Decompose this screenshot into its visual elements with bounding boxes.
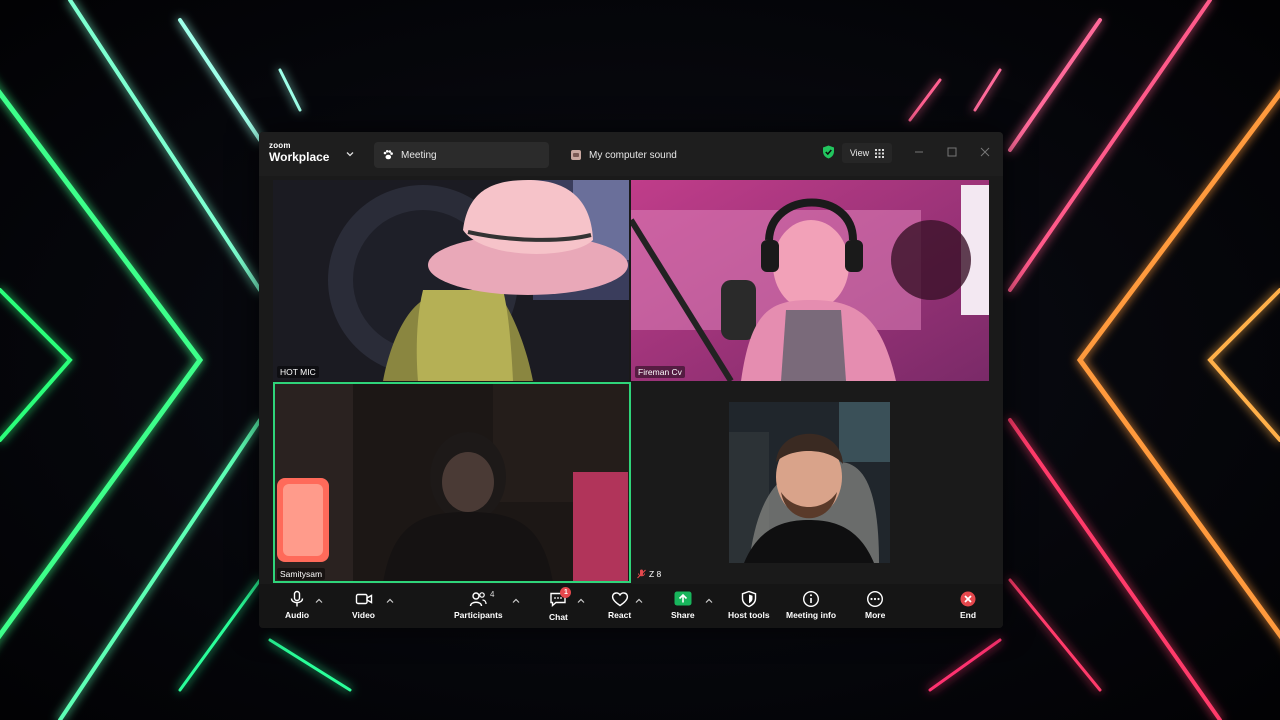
more-button[interactable]: More — [865, 590, 885, 620]
share-caret-icon[interactable] — [705, 598, 713, 604]
host-tools-button[interactable]: Host tools — [728, 590, 770, 620]
chat-label: Chat — [549, 612, 568, 622]
speaker-icon — [571, 150, 581, 160]
meeting-toolbar: Audio Video Participants 4 1 Chat React … — [259, 584, 1003, 628]
end-button[interactable]: End — [959, 590, 977, 620]
participants-button[interactable]: Participants — [454, 590, 503, 620]
video-camera-icon — [355, 593, 372, 605]
tab-meeting[interactable]: Meeting — [374, 142, 549, 168]
brand-workplace-text: Workplace — [269, 150, 330, 164]
view-label: View — [849, 148, 870, 158]
host-shield-icon — [741, 590, 756, 608]
video-caret-icon[interactable] — [386, 598, 394, 604]
minimize-icon[interactable] — [913, 146, 925, 158]
close-icon[interactable] — [979, 146, 991, 158]
tab-meeting-label: Meeting — [401, 149, 437, 161]
share-button[interactable]: Share — [671, 590, 695, 620]
more-label: More — [865, 610, 886, 620]
zoom-window: zoom Workplace Meeting My computer sound — [259, 132, 1003, 628]
zoom-workplace-logo[interactable]: zoom Workplace — [269, 141, 330, 164]
chat-caret-icon[interactable] — [577, 598, 585, 604]
audio-caret-icon[interactable] — [315, 598, 323, 604]
heart-icon — [611, 592, 628, 607]
end-label: End — [959, 610, 977, 620]
info-icon — [803, 590, 820, 608]
host-tools-label: Host tools — [728, 610, 770, 620]
react-button[interactable]: React — [608, 590, 631, 620]
shield-check-icon[interactable] — [822, 145, 835, 159]
share-screen-icon — [674, 591, 692, 606]
react-label: React — [608, 610, 632, 620]
participants-label: Participants — [454, 610, 503, 620]
participant-label-z8: Z 8 — [637, 569, 661, 579]
more-dots-icon — [867, 590, 884, 608]
video-tile-samitysam[interactable]: Samitysam — [273, 382, 631, 583]
meeting-info-button[interactable]: Meeting info — [786, 590, 836, 620]
brand-zoom-text: zoom — [269, 141, 291, 150]
video-label: Video — [352, 610, 375, 620]
title-bar: zoom Workplace Meeting My computer sound — [259, 132, 1003, 176]
participant-name-fireman-cv: Fireman Cv — [635, 366, 685, 378]
chat-unread-badge: 1 — [560, 587, 572, 598]
share-label: Share — [671, 610, 695, 620]
video-tile-fireman-cv[interactable]: Fireman Cv — [631, 180, 989, 381]
muted-mic-icon — [637, 569, 646, 579]
audio-label: Audio — [285, 610, 310, 620]
paw-icon — [383, 150, 393, 160]
participants-caret-icon[interactable] — [512, 598, 520, 604]
grid-icon — [875, 148, 885, 158]
end-call-icon — [960, 591, 976, 607]
video-tile-hot-mic[interactable]: HOT MIC — [273, 180, 629, 381]
meeting-info-label: Meeting info — [786, 610, 837, 620]
chevron-down-icon[interactable] — [345, 149, 355, 159]
participant-name-z8: Z 8 — [649, 569, 662, 579]
video-feed-z8 — [729, 402, 890, 563]
participant-name-samitysam: Samitysam — [277, 568, 326, 580]
maximize-icon[interactable] — [946, 146, 958, 158]
video-feed-fireman-cv — [631, 180, 989, 381]
react-caret-icon[interactable] — [635, 598, 643, 604]
video-feed-hot-mic — [273, 180, 629, 381]
tab-my-computer-sound[interactable]: My computer sound — [562, 142, 732, 168]
audio-button[interactable]: Audio — [285, 590, 309, 620]
tab-sound-label: My computer sound — [589, 149, 677, 161]
video-tile-z8[interactable] — [631, 382, 989, 583]
participant-name-hot-mic: HOT MIC — [277, 366, 319, 378]
video-feed-samitysam — [273, 382, 631, 583]
microphone-icon — [290, 590, 304, 607]
chat-button[interactable]: 1 Chat — [549, 587, 572, 622]
view-button[interactable]: View — [842, 143, 892, 163]
participants-icon — [470, 592, 487, 607]
participants-count: 4 — [490, 590, 495, 599]
video-button[interactable]: Video — [352, 590, 375, 620]
